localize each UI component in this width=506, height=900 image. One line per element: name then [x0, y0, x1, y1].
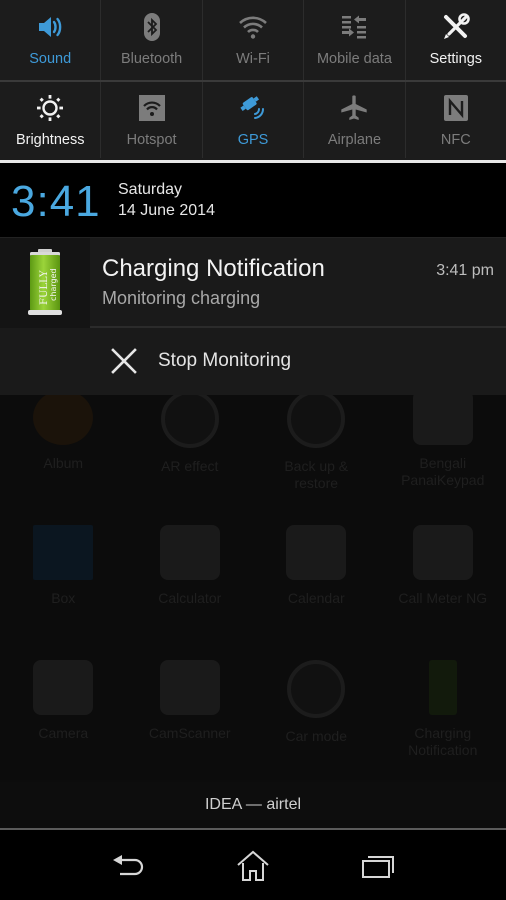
app-camscanner: CamScanner: [127, 660, 254, 800]
app-bengali-keypad: Bengali PanaiKeypad: [380, 390, 506, 530]
app-label: Calendar: [287, 590, 345, 606]
recents-button[interactable]: [348, 841, 408, 891]
stop-monitoring-button[interactable]: Stop Monitoring: [0, 328, 506, 394]
app-ar-effect: AR effect: [127, 390, 254, 530]
app-box: Box: [0, 525, 127, 665]
home-icon: [237, 850, 269, 881]
qs-label: NFC: [440, 132, 471, 148]
charging-notification: FULLY charged Charging Notification Moni…: [0, 237, 506, 395]
qs-label: GPS: [237, 132, 269, 148]
clock-date[interactable]: 14 June 2014: [118, 202, 215, 220]
mobile-data-icon: [339, 12, 369, 42]
app-label: Bengali PanaiKeypad: [401, 455, 485, 488]
notification-title: Charging Notification: [102, 255, 325, 282]
clock-header: 3:41 Saturday 14 June 2014: [0, 163, 506, 237]
qs-tile-sound[interactable]: Sound: [0, 0, 102, 80]
quick-settings-panel: Sound Bluetooth Wi-Fi Mobile data Settin…: [0, 0, 506, 160]
app-call-meter: Call Meter NG: [380, 525, 506, 665]
settings-icon: [441, 12, 471, 42]
notification-time: 3:41 pm: [436, 262, 494, 279]
app-label: Back up & restore: [284, 458, 349, 491]
app-camera: Camera: [0, 660, 127, 800]
notification-text: Monitoring charging: [102, 288, 261, 308]
nfc-icon: [441, 93, 471, 123]
battery-label-charged: charged: [49, 268, 58, 301]
box-icon: [33, 525, 94, 580]
calculator-icon: [159, 525, 220, 580]
qs-tile-wifi[interactable]: Wi-Fi: [203, 0, 305, 80]
carrier-bar: IDEA — airtel: [0, 782, 506, 830]
clock-day: Saturday: [118, 181, 183, 198]
camscanner-icon: [159, 660, 220, 715]
steering-wheel-icon: [287, 660, 346, 718]
quick-settings-row-1: Sound Bluetooth Wi-Fi Mobile data Settin…: [0, 0, 506, 80]
recents-icon: [362, 856, 395, 878]
app-charging-notification: Charging Notification: [380, 660, 506, 800]
home-button[interactable]: [223, 841, 283, 891]
qs-tile-hotspot[interactable]: Hotspot: [101, 82, 203, 158]
app-label: Call Meter NG: [398, 590, 488, 606]
app-label: Box: [51, 590, 76, 606]
bluetooth-icon: [137, 12, 167, 42]
qs-tile-gps[interactable]: GPS: [203, 82, 305, 158]
app-album: Album: [0, 390, 127, 530]
app-grid: Album AR effect Back up & restore Bengal…: [0, 390, 506, 800]
notification-body[interactable]: FULLY charged Charging Notification Moni…: [0, 238, 506, 328]
app-calculator: Calculator: [127, 525, 254, 665]
camera-icon: [33, 660, 94, 715]
qs-label: Airplane: [327, 132, 382, 148]
hotspot-icon: [137, 93, 167, 123]
clock-time[interactable]: 3:41: [11, 177, 101, 227]
app-label: Car mode: [285, 728, 347, 744]
brightness-icon: [35, 93, 65, 123]
app-car-mode: Car mode: [253, 660, 380, 800]
backup-icon: [287, 390, 346, 448]
call-meter-icon: [412, 525, 473, 580]
qs-label: Mobile data: [316, 51, 392, 67]
quick-settings-row-2: Brightness Hotspot GPS Airplane NFC: [0, 80, 506, 158]
close-icon: [111, 348, 137, 374]
qs-tile-mobile-data[interactable]: Mobile data: [304, 0, 406, 80]
keypad-icon: [412, 390, 473, 445]
app-label: Calculator: [158, 590, 222, 606]
calendar-icon: [286, 525, 347, 580]
qs-label: Settings: [429, 51, 483, 67]
battery-icon: [428, 660, 457, 715]
app-label: Charging Notification: [408, 725, 478, 758]
navigation-bar: [0, 832, 506, 900]
qs-label: Bluetooth: [120, 51, 183, 67]
qs-tile-airplane[interactable]: Airplane: [304, 82, 406, 158]
app-calendar: Calendar: [253, 525, 380, 665]
ar-effect-icon: [160, 390, 219, 448]
qs-label: Brightness: [15, 132, 85, 148]
stop-monitoring-label: Stop Monitoring: [158, 350, 292, 371]
qs-label: Sound: [29, 51, 72, 67]
battery-fully-charged-icon: FULLY charged: [28, 249, 62, 315]
app-drawer-background: Album AR effect Back up & restore Bengal…: [0, 390, 506, 782]
qs-tile-brightness[interactable]: Brightness: [0, 82, 102, 158]
app-label: AR effect: [161, 458, 219, 474]
back-icon: [112, 855, 143, 876]
volume-icon: [35, 12, 65, 42]
qs-tile-settings[interactable]: Settings: [406, 0, 506, 80]
app-label: Album: [43, 455, 84, 471]
qs-label: Wi-Fi: [236, 51, 270, 67]
app-backup-restore: Back up & restore: [253, 390, 380, 530]
wifi-icon: [238, 12, 268, 42]
qs-label: Hotspot: [126, 132, 177, 148]
qs-tile-nfc[interactable]: NFC: [406, 82, 506, 158]
app-label: CamScanner: [148, 725, 231, 741]
gps-icon: [238, 93, 268, 123]
carrier-label: IDEA — airtel: [204, 796, 302, 813]
album-icon: [33, 390, 94, 445]
qs-tile-bluetooth[interactable]: Bluetooth: [101, 0, 203, 80]
airplane-icon: [339, 93, 369, 123]
back-button[interactable]: [98, 841, 158, 891]
app-label: Camera: [38, 725, 89, 741]
notification-app-icon-box: FULLY charged: [0, 238, 90, 328]
